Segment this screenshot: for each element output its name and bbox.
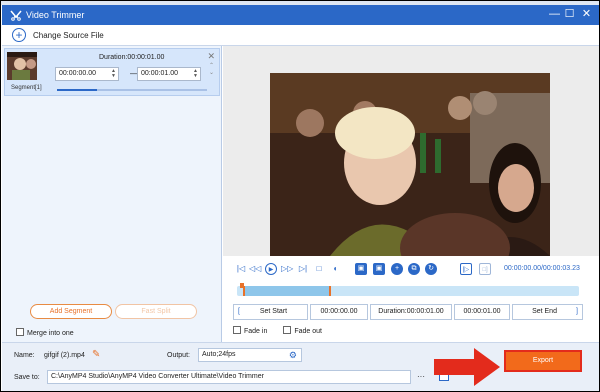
video-area <box>223 46 599 256</box>
checkbox-icon[interactable] <box>283 326 292 334</box>
restore-button[interactable]: ☐ <box>563 8 576 21</box>
set-start-button[interactable]: [Set Start <box>233 304 308 320</box>
skip-start-icon[interactable]: |◁ <box>235 263 247 275</box>
checkbox-icon[interactable] <box>16 328 24 336</box>
segment-card[interactable]: Segment[1] Duration:00:00:01.00 00:00:00… <box>4 48 220 96</box>
merge-checkbox[interactable]: Merge into one <box>16 328 74 337</box>
close-button[interactable]: ✕ <box>580 8 593 21</box>
segment-label: Segment[1] <box>11 85 42 91</box>
snap-end-icon[interactable]: ▣ <box>373 263 385 275</box>
start-time-field[interactable]: 00:00:00.00 <box>310 304 368 320</box>
preview-panel: |◁ ◁◁ ▶ ▷▷ ▷| □ ◖ ▣ ▣ + ⧉ ↻ [▷ □] 00:00:… <box>223 46 599 342</box>
volume-icon[interactable]: ◖ <box>329 263 341 275</box>
edit-name-icon[interactable]: ✎ <box>92 349 100 360</box>
output-bar: Name: gifgif (2).mp4 ✎ Output: Auto;24fp… <box>2 342 599 391</box>
spinner-icon[interactable]: ▲ ▼ <box>193 69 198 79</box>
fade-out-checkbox[interactable]: Fade out <box>283 326 322 335</box>
stop-icon[interactable]: □ <box>313 263 325 275</box>
app-logo-icon <box>10 10 22 21</box>
add-source-icon[interactable]: + <box>12 28 26 42</box>
window-title: Video Trimmer <box>26 10 85 20</box>
playback-timecode: 00:00:00.00/00:00:03.23 <box>504 265 580 272</box>
delete-segment-icon[interactable]: ✕ <box>207 51 215 62</box>
bracket-left-icon: [ <box>238 308 240 315</box>
segment-duration: Duration:00:00:01.00 <box>99 54 165 61</box>
title-bar: Video Trimmer — ☐ ✕ <box>2 5 599 25</box>
fade-options: Fade in Fade out <box>233 326 322 335</box>
segment-end-field[interactable]: 00:00:01.00 ▲ ▼ <box>137 67 201 81</box>
trim-settings-row: [Set Start 00:00:00.00 Duration:00:00:01… <box>233 304 583 320</box>
add-segment-button[interactable]: Add Segment <box>30 304 112 319</box>
gear-icon[interactable]: ⚙ <box>289 349 297 361</box>
trim-selection[interactable] <box>243 286 331 296</box>
add-marker-icon[interactable]: + <box>391 263 403 275</box>
mark-in-icon[interactable]: [▷ <box>460 263 472 275</box>
skip-end-icon[interactable]: ▷| <box>297 263 309 275</box>
bracket-right-icon: ] <box>576 308 578 315</box>
snap-start-icon[interactable]: ▣ <box>355 263 367 275</box>
output-label: Output: <box>167 352 190 359</box>
playhead-icon[interactable] <box>240 283 244 288</box>
trim-timeline[interactable] <box>237 283 579 296</box>
change-source-button[interactable]: Change Source File <box>33 31 104 40</box>
save-path-field[interactable]: C:\AnyMP4 Studio\AnyMP4 Video Converter … <box>47 370 411 384</box>
red-arrow-icon <box>434 348 500 386</box>
video-trimmer-window: Video Trimmer — ☐ ✕ + Change Source File… <box>0 0 600 392</box>
segment-start-field[interactable]: 00:00:00.00 ▲ ▼ <box>55 67 119 81</box>
segment-thumbnail <box>7 52 37 80</box>
export-button[interactable]: Export <box>504 350 582 372</box>
reorder-icon[interactable]: ⌃ ⌄ <box>209 63 214 77</box>
output-format-field[interactable]: Auto;24fps ⚙ <box>198 348 302 362</box>
spinner-icon[interactable]: ▲ ▼ <box>111 69 116 79</box>
source-toolbar: + Change Source File <box>2 25 599 46</box>
checkbox-icon[interactable] <box>233 326 241 334</box>
minimize-button[interactable]: — <box>548 8 561 21</box>
set-end-button[interactable]: Set End] <box>512 304 583 320</box>
browse-button[interactable]: ··· <box>417 372 425 381</box>
fade-in-checkbox[interactable]: Fade in <box>233 326 267 335</box>
video-preview[interactable] <box>270 73 550 256</box>
rewind-icon[interactable]: ◁◁ <box>249 263 261 275</box>
fast-split-button[interactable]: Fast Split <box>115 304 197 319</box>
play-icon[interactable]: ▶ <box>265 263 277 275</box>
reset-icon[interactable]: ↻ <box>425 263 437 275</box>
file-name: gifgif (2).mp4 <box>44 352 85 359</box>
duration-field: Duration:00:00:01.00 <box>370 304 452 320</box>
segment-progress <box>57 89 207 91</box>
forward-icon[interactable]: ▷▷ <box>281 263 293 275</box>
mark-out-icon[interactable]: □] <box>479 263 491 275</box>
end-time-field[interactable]: 00:00:01.00 <box>454 304 510 320</box>
name-label: Name: <box>14 352 35 359</box>
segment-panel: Segment[1] Duration:00:00:01.00 00:00:00… <box>2 46 222 342</box>
save-to-label: Save to: <box>14 374 40 381</box>
copy-segment-icon[interactable]: ⧉ <box>408 263 420 275</box>
